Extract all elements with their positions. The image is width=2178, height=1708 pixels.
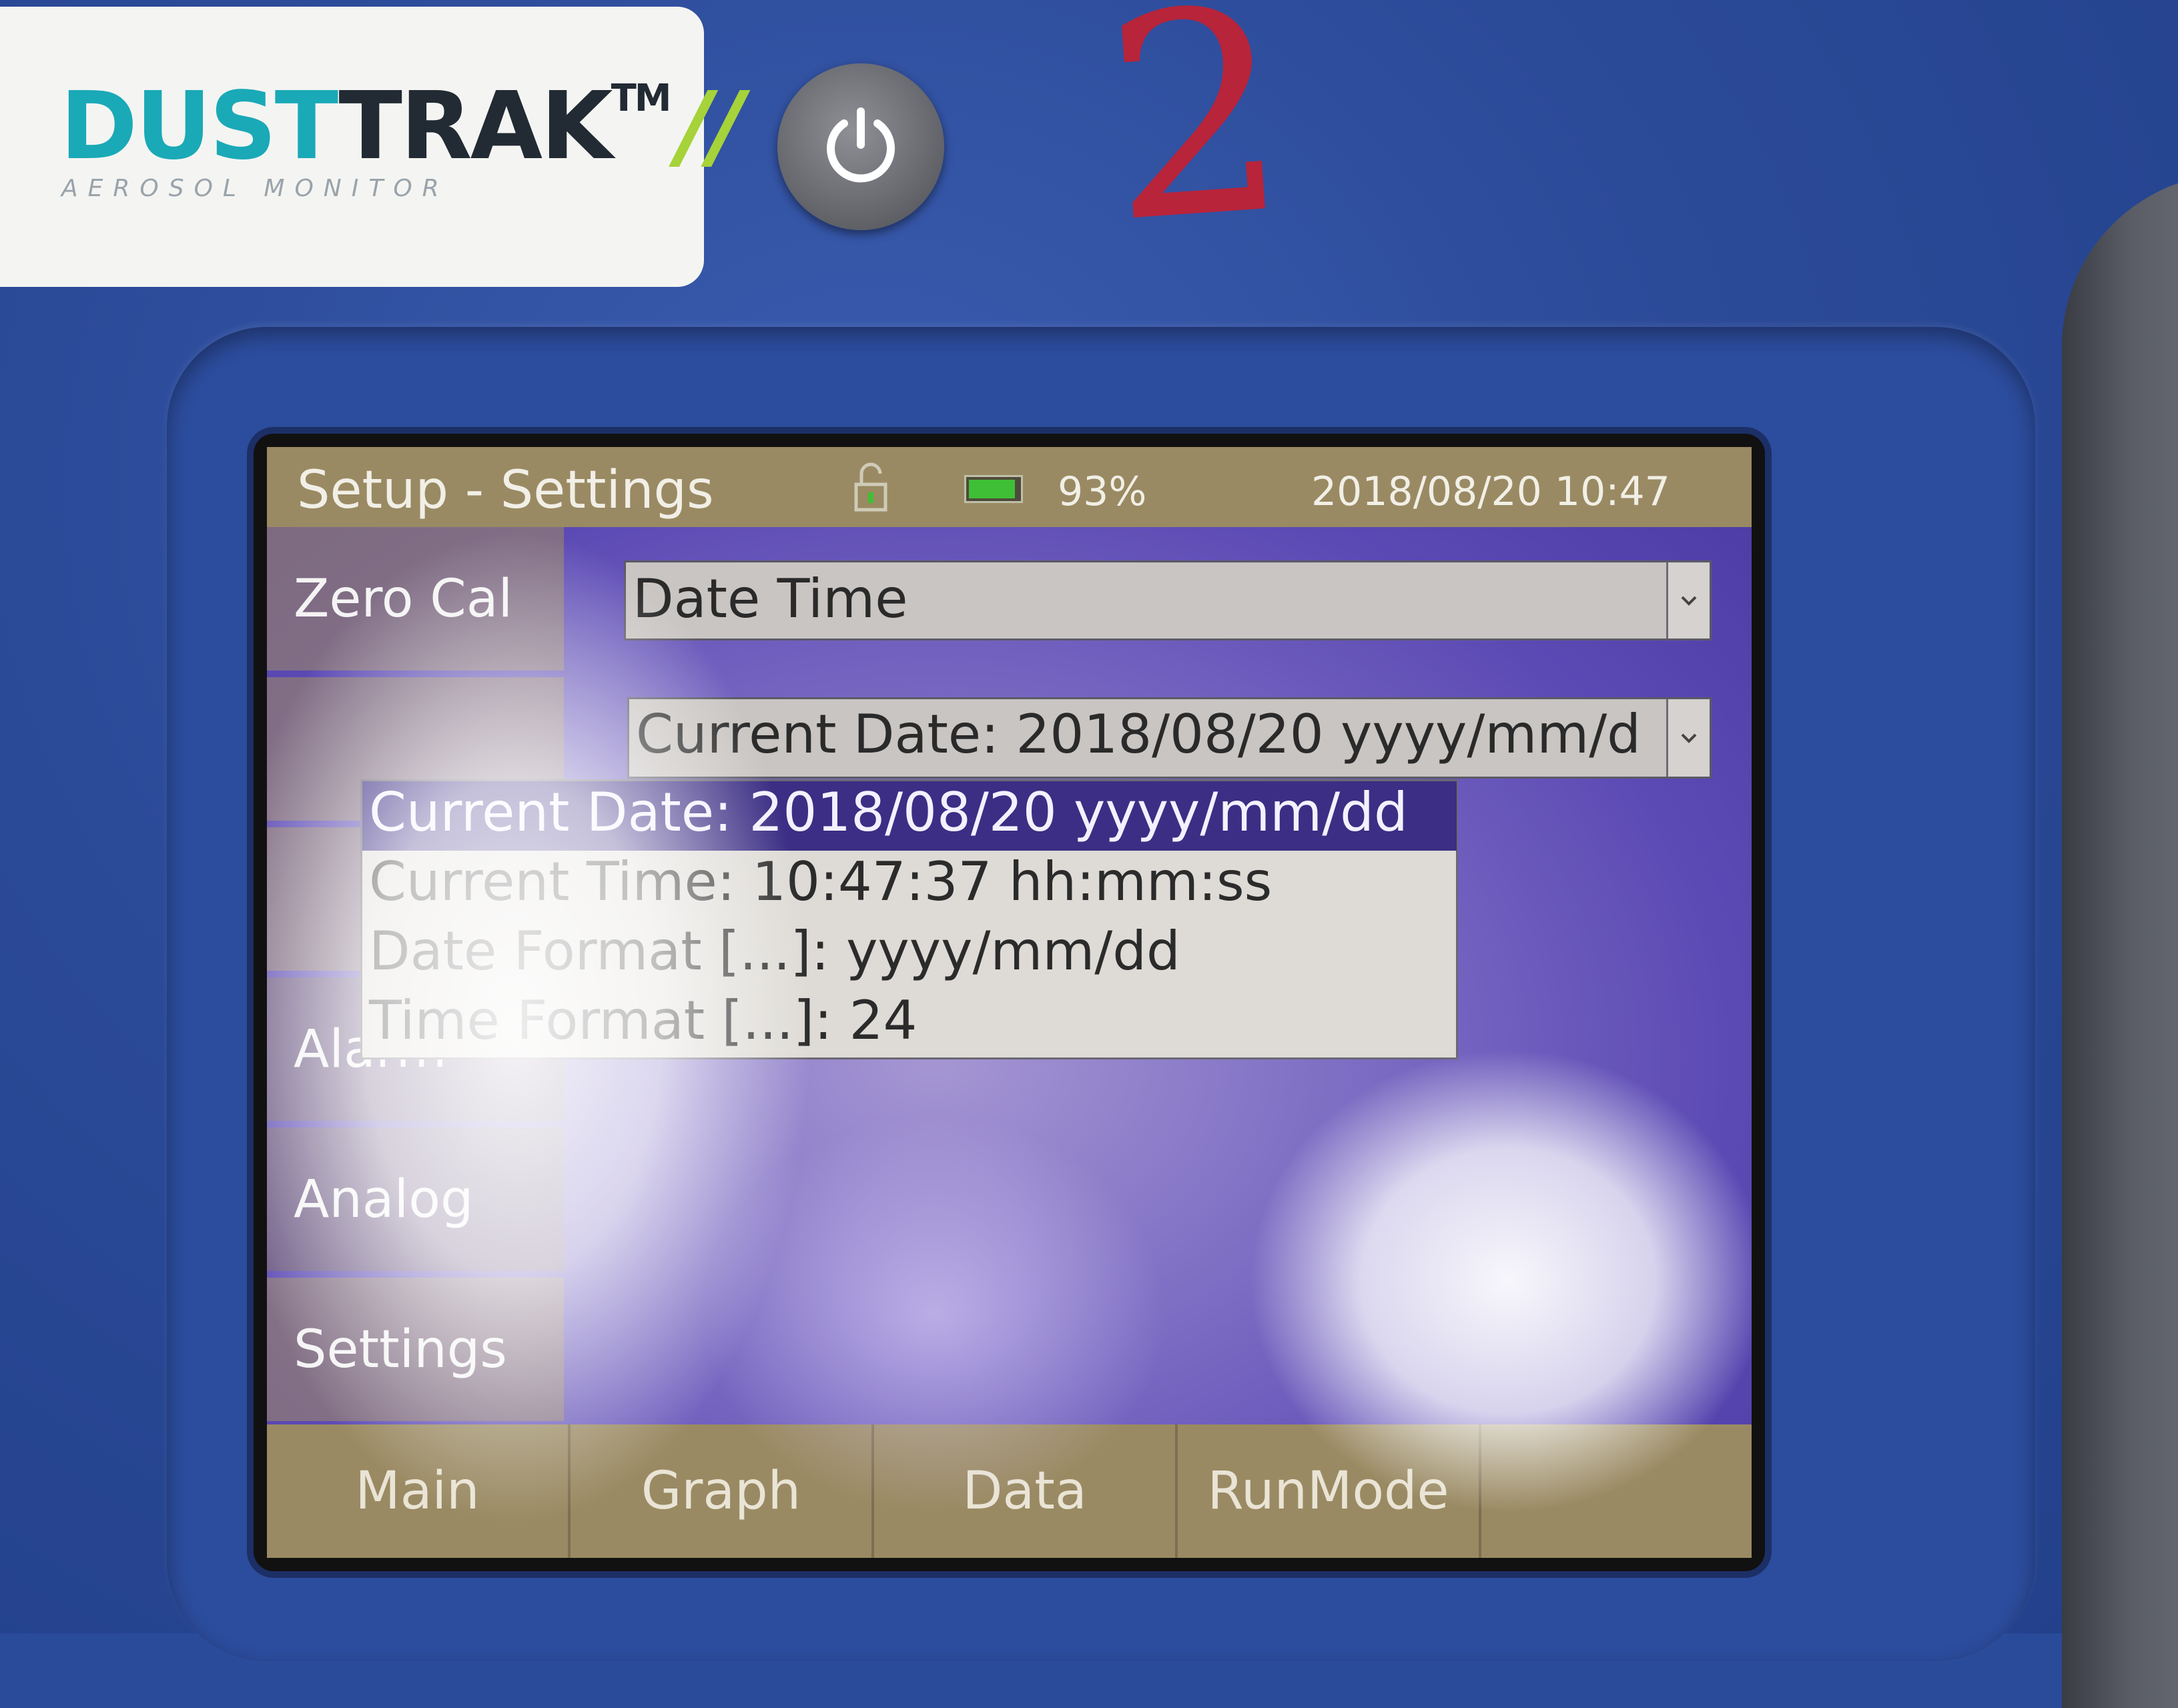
- side-nav-analog[interactable]: Analog: [267, 1128, 564, 1271]
- device-side-grip: [2062, 173, 2178, 1708]
- chevron-down-icon: [1681, 596, 1697, 606]
- date-time-field-select-value: Current Date: 2018/08/20 yyyy/mm/d: [636, 703, 1641, 765]
- power-icon: [827, 107, 895, 183]
- brand-logo-part1: DUST: [60, 72, 340, 181]
- battery-level-fill: [969, 480, 1015, 498]
- option-time-format[interactable]: Time Format [...]: 24: [362, 989, 1457, 1059]
- power-button[interactable]: [777, 63, 944, 230]
- status-bar: Setup - Settings 93% 2018/08/20 10:47: [267, 447, 1752, 527]
- status-datetime: 2018/08/20 10:47: [1311, 468, 1670, 515]
- side-nav-settings[interactable]: Settings: [267, 1278, 564, 1421]
- battery-icon: [964, 475, 1023, 503]
- tab-runmode[interactable]: RunMode: [1178, 1424, 1481, 1558]
- unlock-icon: [854, 462, 887, 512]
- bottom-tab-bar: Main Graph Data RunMode: [267, 1424, 1752, 1558]
- category-select-value: Date Time: [633, 568, 908, 630]
- screen-title: Setup - Settings: [297, 460, 714, 520]
- brand-label-plate: DUSTTRAKTM// AEROSOL MONITOR: [0, 7, 744, 287]
- category-select-arrow[interactable]: [1666, 562, 1710, 638]
- brand-logo-slashes: //: [677, 72, 744, 181]
- date-time-field-select[interactable]: Current Date: 2018/08/20 yyyy/mm/d: [627, 697, 1712, 779]
- date-time-dropdown-list: Current Date: 2018/08/20 yyyy/mm/dd Curr…: [360, 779, 1458, 1059]
- battery-percentage: 93%: [1058, 468, 1147, 515]
- option-current-date[interactable]: Current Date: 2018/08/20 yyyy/mm/dd: [362, 781, 1457, 851]
- tab-main[interactable]: Main: [267, 1424, 571, 1558]
- date-time-field-select-arrow[interactable]: [1666, 699, 1710, 777]
- handwritten-marker-number: 2: [1096, 0, 1297, 286]
- tab-graph[interactable]: Graph: [571, 1424, 874, 1558]
- option-date-format[interactable]: Date Format [...]: yyyy/mm/dd: [362, 920, 1457, 989]
- tab-data[interactable]: Data: [874, 1424, 1178, 1558]
- chevron-down-icon: [1681, 733, 1697, 743]
- brand-logo: DUSTTRAKTM//: [60, 77, 744, 173]
- category-select[interactable]: Date Time: [624, 560, 1712, 640]
- side-nav-zero-cal[interactable]: Zero Cal: [267, 527, 564, 671]
- brand-subtitle: AEROSOL MONITOR: [61, 175, 449, 202]
- lcd-screen: Setup - Settings 93% 2018/08/20 10:47 Ze…: [267, 447, 1752, 1558]
- option-current-time[interactable]: Current Time: 10:47:37 hh:mm:ss: [362, 851, 1457, 920]
- brand-logo-part2: TRAK: [338, 72, 613, 181]
- brand-logo-trademark: TM: [611, 77, 672, 120]
